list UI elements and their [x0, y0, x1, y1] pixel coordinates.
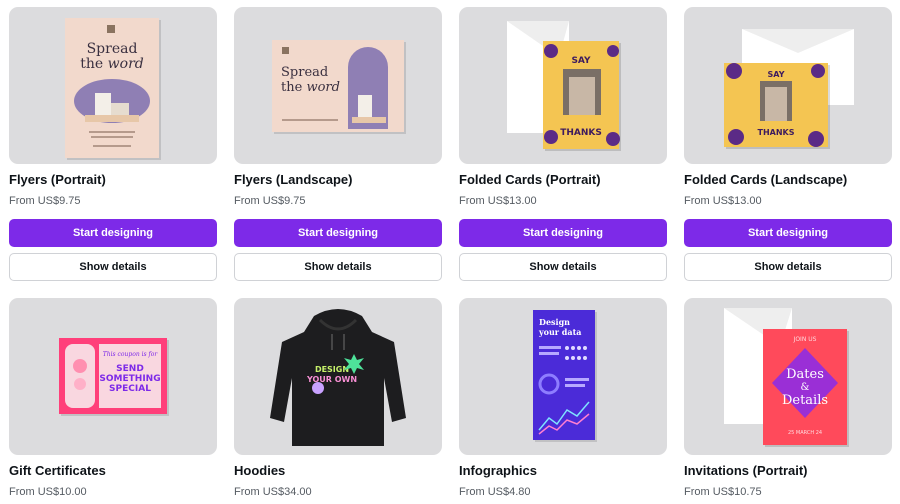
product-price: From US$4.80 — [459, 486, 531, 498]
product-price: From US$10.00 — [9, 486, 87, 498]
svg-text:&: & — [801, 382, 810, 393]
svg-text:the word: the word — [80, 56, 143, 72]
svg-text:the word: the word — [281, 80, 340, 95]
product-thumbnail[interactable]: Spread the word — [9, 7, 217, 164]
svg-text:JOIN US: JOIN US — [793, 336, 817, 343]
start-designing-button[interactable]: Start designing — [684, 219, 892, 247]
folded-card-landscape-image: SAY THANKS — [724, 29, 854, 149]
product-title: Invitations (Portrait) — [684, 463, 808, 478]
svg-text:Spread: Spread — [281, 65, 328, 80]
product-thumbnail[interactable]: DESIGN YOUR OWN — [234, 298, 442, 455]
flyer-landscape-image: Spread the word — [272, 40, 406, 134]
svg-text:DESIGN: DESIGN — [315, 365, 349, 374]
show-details-button[interactable]: Show details — [459, 253, 667, 281]
product-thumbnail[interactable]: Design your data — [459, 298, 667, 455]
product-thumbnail[interactable]: SAY THANKS — [459, 7, 667, 164]
product-thumbnail[interactable]: This coupon is for SEND SOMETHING SPECIA… — [9, 298, 217, 455]
product-title: Flyers (Portrait) — [9, 172, 106, 187]
show-details-button[interactable]: Show details — [234, 253, 442, 281]
svg-text:THANKS: THANKS — [560, 128, 602, 138]
product-title: Flyers (Landscape) — [234, 172, 353, 187]
svg-text:Spread: Spread — [87, 41, 138, 57]
svg-text:SPECIAL: SPECIAL — [109, 384, 151, 394]
product-title: Folded Cards (Portrait) — [459, 172, 601, 187]
product-price: From US$9.75 — [9, 195, 81, 207]
svg-text:THANKS: THANKS — [758, 128, 795, 137]
product-price: From US$9.75 — [234, 195, 306, 207]
product-title: Folded Cards (Landscape) — [684, 172, 848, 187]
show-details-button[interactable]: Show details — [9, 253, 217, 281]
infographic-image: Design your data — [533, 310, 597, 442]
start-designing-button[interactable]: Start designing — [459, 219, 667, 247]
product-thumbnail[interactable]: JOIN US Dates & Details 25 MARCH 24 — [684, 298, 892, 455]
svg-text:This coupon is for: This coupon is for — [103, 351, 159, 358]
start-designing-button[interactable]: Start designing — [234, 219, 442, 247]
product-price: From US$10.75 — [684, 486, 762, 498]
show-details-button[interactable]: Show details — [684, 253, 892, 281]
invitation-image: JOIN US Dates & Details 25 MARCH 24 — [724, 308, 849, 447]
svg-text:Dates: Dates — [786, 367, 824, 382]
product-title: Hoodies — [234, 463, 286, 478]
gift-certificate-image: This coupon is for SEND SOMETHING SPECIA… — [59, 338, 169, 416]
svg-text:SAY: SAY — [571, 56, 591, 66]
svg-text:Details: Details — [782, 393, 828, 408]
product-price: From US$34.00 — [234, 486, 312, 498]
product-price: From US$13.00 — [459, 195, 537, 207]
product-title: Gift Certificates — [9, 463, 106, 478]
svg-text:your data: your data — [538, 327, 581, 337]
flyer-portrait-image: Spread the word — [65, 18, 161, 160]
svg-text:25 MARCH 24: 25 MARCH 24 — [788, 430, 822, 436]
svg-text:SOMETHING: SOMETHING — [99, 374, 160, 384]
folded-card-portrait-image: SAY THANKS — [507, 21, 621, 151]
start-designing-button[interactable]: Start designing — [9, 219, 217, 247]
svg-text:YOUR OWN: YOUR OWN — [306, 375, 357, 384]
product-thumbnail[interactable]: SAY THANKS — [684, 7, 892, 164]
product-price: From US$13.00 — [684, 195, 762, 207]
svg-text:Design: Design — [539, 317, 570, 327]
product-title: Infographics — [459, 463, 538, 478]
svg-text:SAY: SAY — [768, 70, 785, 79]
logo-icon — [107, 25, 115, 33]
svg-text:SEND: SEND — [116, 364, 144, 374]
logo-icon — [282, 47, 289, 54]
product-thumbnail[interactable]: Spread the word — [234, 7, 442, 164]
hoodie-image: DESIGN YOUR OWN — [270, 309, 406, 446]
